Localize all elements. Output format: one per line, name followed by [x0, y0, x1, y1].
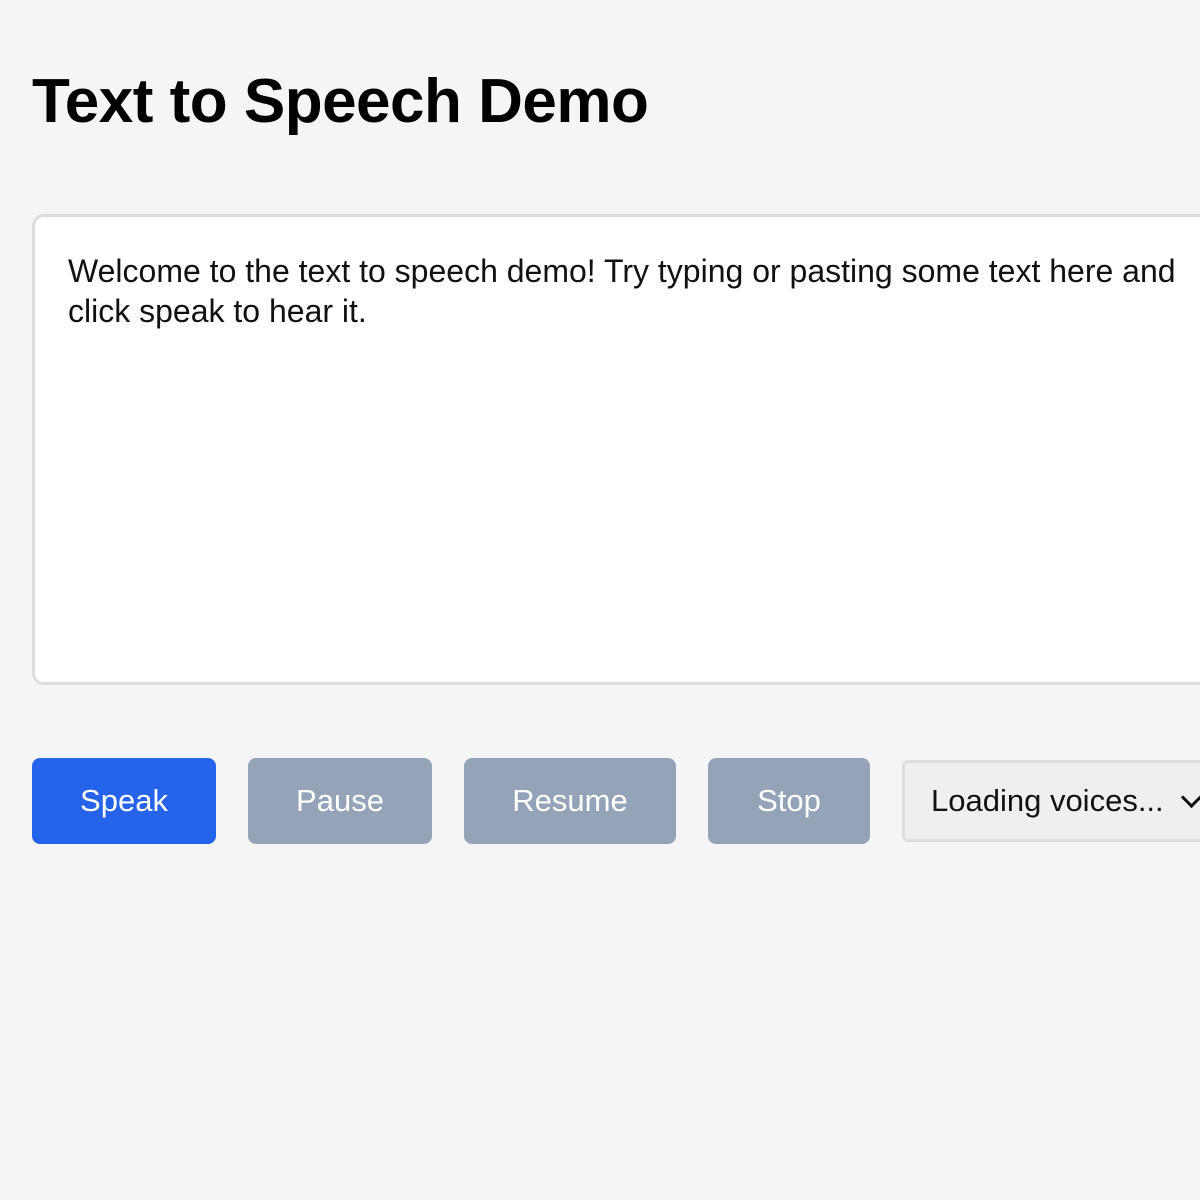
pause-button[interactable]: Pause: [248, 758, 432, 844]
text-input-area[interactable]: Welcome to the text to speech demo! Try …: [32, 214, 1200, 685]
page-title: Text to Speech Demo: [32, 67, 649, 136]
stop-button[interactable]: Stop: [708, 758, 870, 844]
voice-select[interactable]: Loading voices...: [902, 760, 1200, 842]
voice-select-value: Loading voices...: [931, 783, 1164, 818]
page: Text to Speech Demo Welcome to the text …: [0, 0, 1200, 1200]
chevron-down-icon: [1180, 786, 1200, 808]
text-input-value[interactable]: Welcome to the text to speech demo! Try …: [68, 251, 1178, 331]
speak-button[interactable]: Speak: [32, 758, 216, 844]
resume-button[interactable]: Resume: [464, 758, 676, 844]
